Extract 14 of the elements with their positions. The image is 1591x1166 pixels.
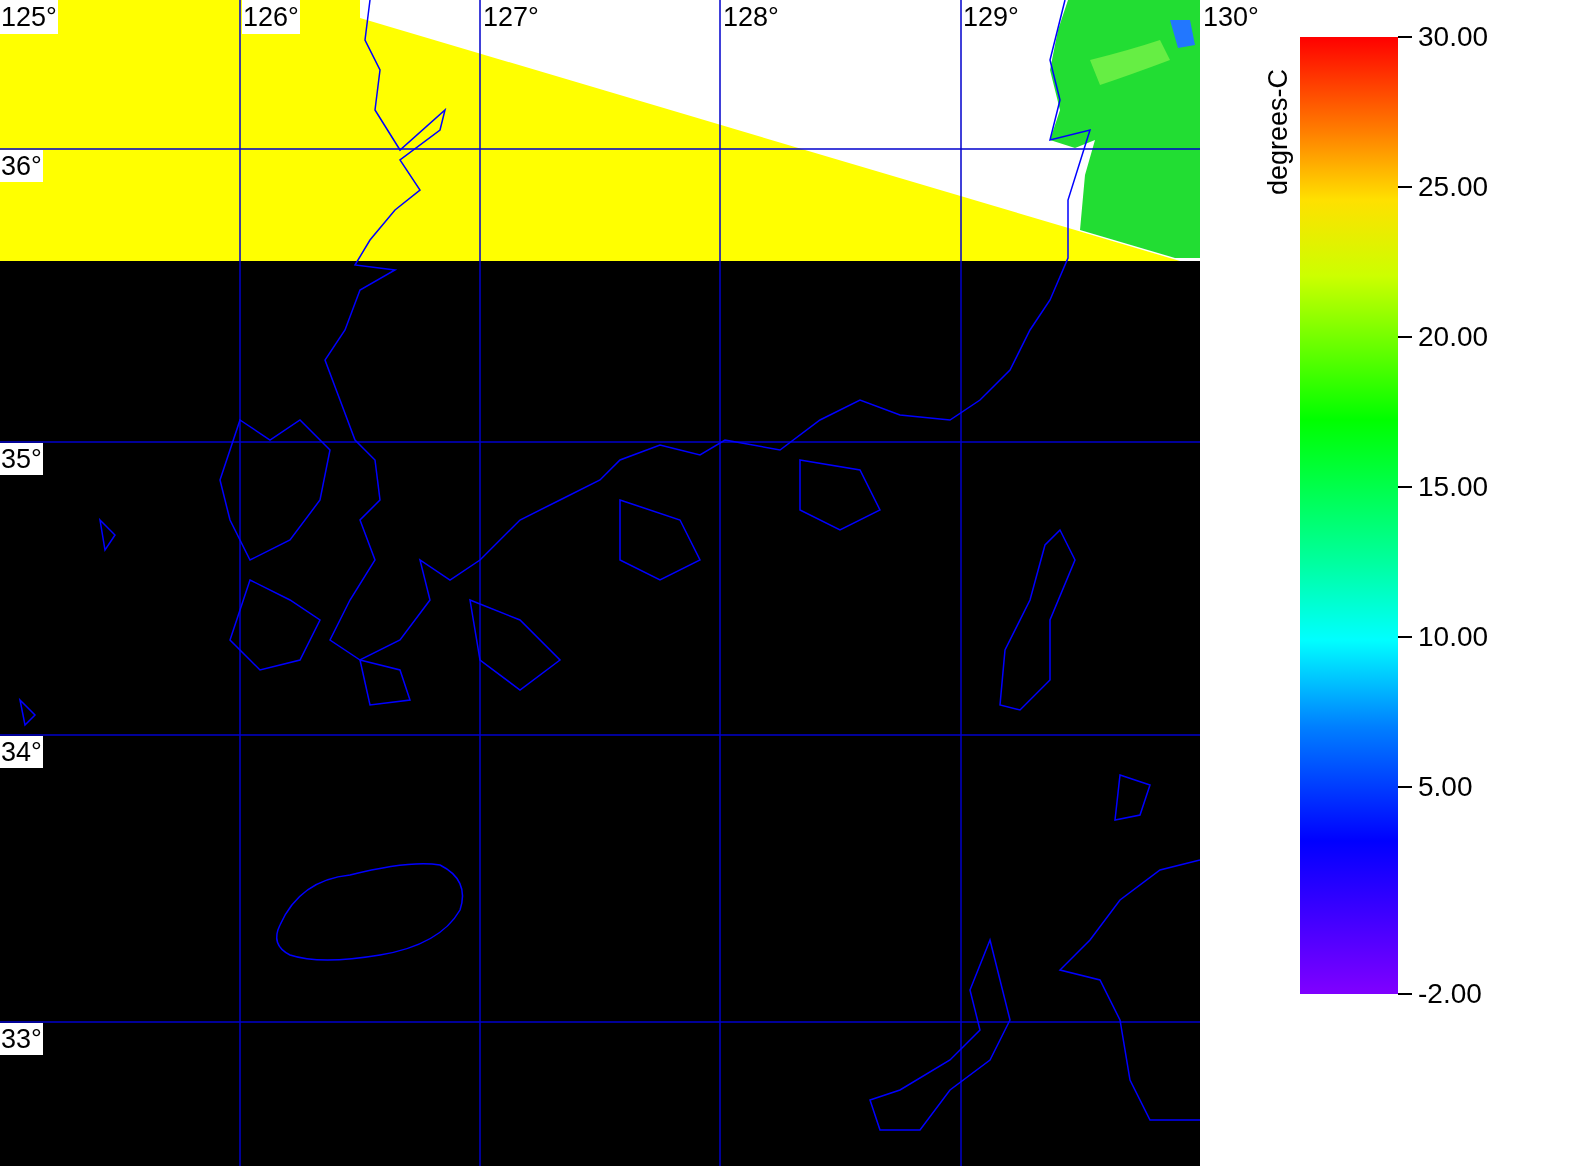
colorbar-label: degrees-C xyxy=(1262,67,1294,195)
latitude-label: 33° xyxy=(0,1023,43,1055)
latitude-label: 34° xyxy=(0,736,43,768)
colorbar-tick-label: 10.00 xyxy=(1418,621,1489,653)
colorbar-tick-label: 20.00 xyxy=(1418,321,1489,353)
longitude-label: 125° xyxy=(0,0,58,34)
latitude-label: 36° xyxy=(0,150,43,182)
colorbar-tick-label: 5.00 xyxy=(1418,771,1473,803)
longitude-label: 126° xyxy=(242,0,300,34)
colorbar-tick-label: 30.00 xyxy=(1418,21,1489,53)
latitude-label: 35° xyxy=(0,443,43,475)
colorbar-tick-label: -2.00 xyxy=(1418,978,1482,1010)
colorbar-tick-label: 15.00 xyxy=(1418,471,1489,503)
colorbar-tick-label: 25.00 xyxy=(1418,171,1489,203)
